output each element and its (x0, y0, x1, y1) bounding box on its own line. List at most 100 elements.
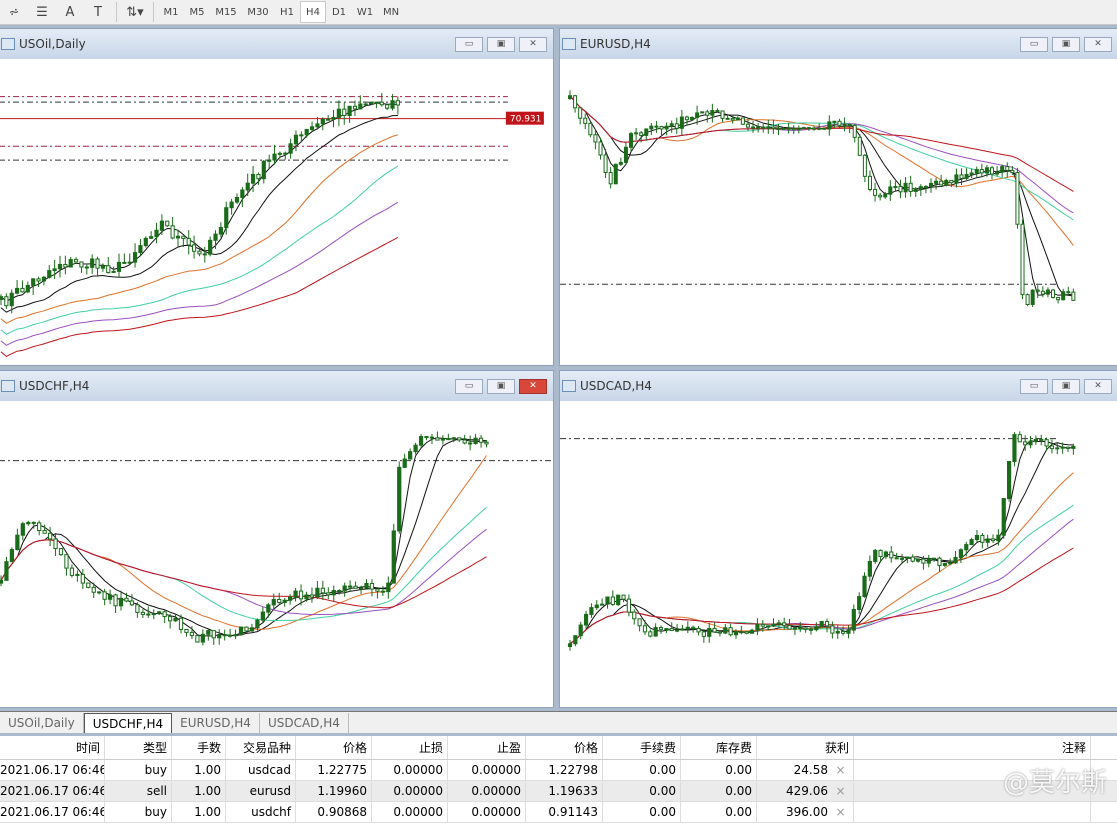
chart-tab[interactable]: EURUSD,H4 (172, 713, 260, 733)
window-titlebar[interactable]: USOil,Daily ▭ ▣ ✕ (0, 29, 553, 59)
candle (195, 635, 200, 643)
candle (761, 126, 766, 129)
timeframe-m30[interactable]: M30 (242, 1, 274, 23)
candle (178, 617, 184, 630)
candle (37, 522, 42, 531)
candle (380, 590, 385, 593)
close-button[interactable]: ✕ (519, 36, 547, 52)
candle (457, 437, 462, 441)
candle (728, 627, 733, 636)
text-label-icon[interactable]: T (84, 1, 112, 23)
candle (191, 244, 197, 252)
candle (484, 441, 489, 445)
candle (218, 227, 223, 235)
table-row[interactable]: 2021.06.17 06:46:21buy1.00usdchf0.908680… (0, 802, 1117, 823)
price-chart[interactable] (0, 401, 553, 707)
table-cell: 0.00 (681, 760, 757, 780)
candle (1015, 172, 1020, 225)
table-row[interactable]: 2021.06.17 06:46:16sell1.00eurusd1.19960… (0, 781, 1117, 802)
moving-average-line (569, 95, 1074, 246)
timeframe-m15[interactable]: M15 (210, 1, 242, 23)
timeframe-w1[interactable]: W1 (352, 1, 378, 23)
moving-average-line (0, 102, 398, 302)
elliott-wave-icon[interactable]: ⩫ (0, 1, 28, 23)
candle (913, 188, 918, 192)
candle (817, 127, 822, 130)
candle (52, 268, 57, 272)
timeframe-m1[interactable]: M1 (158, 1, 184, 23)
candle (181, 235, 186, 239)
candle (331, 116, 336, 120)
timeframe-mn[interactable]: MN (378, 1, 404, 23)
candle (129, 600, 135, 606)
timeframe-h4[interactable]: H4 (300, 1, 326, 23)
candle (745, 123, 750, 128)
price-chart[interactable] (560, 59, 1117, 365)
chart-tab[interactable]: USOil,Daily (0, 713, 84, 733)
column-header: 手数 (172, 736, 226, 759)
candle (984, 167, 989, 174)
restore-button[interactable]: ▣ (487, 36, 515, 52)
candle (878, 549, 883, 558)
watermark: @莫尔斯 (1002, 768, 1107, 798)
chart-window-eurusd[interactable]: EURUSD,H4 ▭ ▣ ✕ (559, 28, 1117, 366)
candle (424, 436, 429, 439)
text-icon[interactable]: A (56, 1, 84, 23)
close-button[interactable]: ✕ (1084, 36, 1112, 52)
window-titlebar[interactable]: USDCAD,H4 ▭ ▣ ✕ (560, 371, 1117, 401)
candle (852, 124, 857, 138)
table-cell: 1.19633 (526, 781, 603, 801)
price-chart[interactable] (560, 401, 1117, 707)
candle (969, 172, 974, 175)
close-button[interactable]: ✕ (519, 378, 547, 394)
candle (937, 557, 942, 566)
candle (873, 188, 878, 196)
candle (197, 250, 202, 255)
fibonacci-icon[interactable]: ☰ (28, 1, 56, 23)
close-order-icon[interactable]: × (832, 781, 854, 801)
candle (342, 108, 347, 116)
table-cell: buy (105, 760, 172, 780)
candle (261, 160, 266, 180)
arrows-icon[interactable]: ⇅▾ (121, 1, 149, 23)
minimize-button[interactable]: ▭ (455, 36, 483, 52)
chart-tab[interactable]: USDCHF,H4 (83, 713, 173, 733)
window-titlebar[interactable]: EURUSD,H4 ▭ ▣ ✕ (560, 29, 1117, 59)
price-chart[interactable]: 70.931 (0, 59, 553, 365)
restore-button[interactable]: ▣ (1052, 36, 1080, 52)
timeframe-m5[interactable]: M5 (184, 1, 210, 23)
candle (675, 629, 680, 632)
candle (796, 128, 801, 131)
minimize-button[interactable]: ▭ (455, 378, 483, 394)
chart-window-usdcad[interactable]: USDCAD,H4 ▭ ▣ ✕ (559, 370, 1117, 708)
timeframe-d1[interactable]: D1 (326, 1, 352, 23)
candle (106, 265, 111, 273)
table-cell: 0.00 (603, 781, 681, 801)
candle (910, 556, 915, 562)
moving-average-line (569, 95, 1074, 214)
candle (806, 127, 811, 130)
chart-window-usdchf[interactable]: USDCHF,H4 ▭ ▣ ✕ (0, 370, 554, 708)
candle (451, 437, 456, 440)
window-title: USDCAD,H4 (580, 379, 652, 393)
window-titlebar[interactable]: USDCHF,H4 ▭ ▣ ✕ (0, 371, 553, 401)
candle (755, 623, 760, 631)
timeframe-h1[interactable]: H1 (274, 1, 300, 23)
restore-button[interactable]: ▣ (1052, 378, 1080, 394)
chart-tab[interactable]: USDCAD,H4 (260, 713, 349, 733)
table-row[interactable]: 2021.06.17 06:46:11buy1.00usdcad1.227750… (0, 760, 1117, 781)
candle (948, 562, 953, 565)
minimize-button[interactable]: ▭ (1020, 378, 1048, 394)
candle (140, 611, 145, 615)
restore-button[interactable]: ▣ (487, 378, 515, 394)
candle (776, 127, 781, 130)
candle (256, 173, 261, 180)
chart-window-usoil[interactable]: USOil,Daily ▭ ▣ ✕ 70.931 (0, 28, 554, 366)
close-order-icon[interactable]: × (832, 760, 854, 780)
minimize-button[interactable]: ▭ (1020, 36, 1048, 52)
candle (926, 558, 931, 564)
close-button[interactable]: ✕ (1084, 378, 1112, 394)
candle (712, 627, 717, 633)
candle (58, 548, 64, 556)
close-order-icon[interactable]: × (832, 802, 854, 822)
